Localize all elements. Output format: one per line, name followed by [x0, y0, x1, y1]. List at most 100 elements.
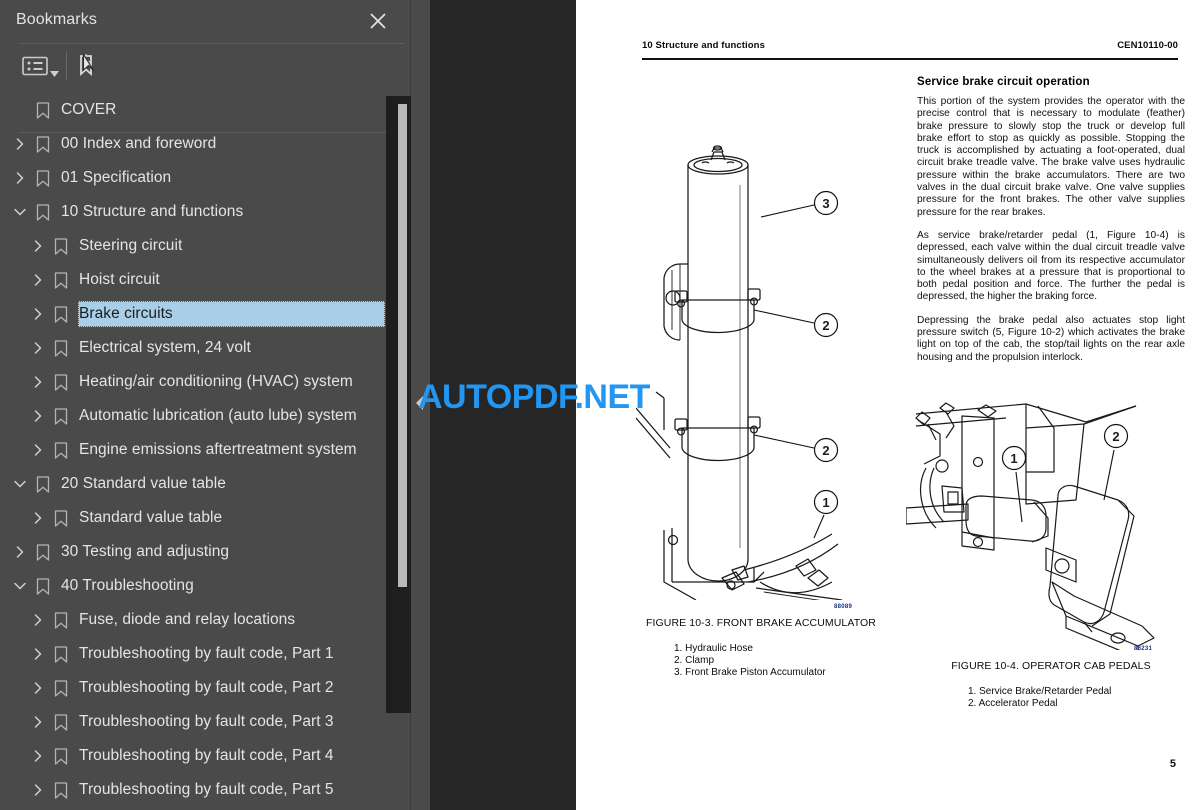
bookmark-item[interactable]: Troubleshooting by fault code, Part 2 [0, 671, 410, 705]
bookmark-icon [54, 305, 68, 323]
new-bookmark-icon[interactable] [74, 52, 104, 82]
bookmark-item[interactable]: COVER [0, 93, 410, 127]
bookmark-item[interactable]: Electrical system, 24 volt [0, 331, 410, 365]
chevron-right-icon[interactable] [30, 714, 46, 730]
page-head-rule [642, 58, 1178, 60]
figure-right-caption-block: FIGURE 10-4. OPERATOR CAB PEDALS 1. Serv… [906, 660, 1196, 710]
bookmark-icon [36, 543, 50, 561]
bookmark-item-label: Fuse, diode and relay locations [79, 611, 296, 628]
bookmark-item-label: Troubleshooting by fault code, Part 4 [79, 747, 334, 764]
body-paragraph: As service brake/retarder pedal (1, Figu… [917, 229, 1185, 303]
bookmark-icon [54, 407, 68, 425]
bookmarks-tree[interactable]: COVER 00 Index and foreword 01 Specificati… [0, 93, 410, 810]
bookmark-item-label: Steering circuit [79, 237, 183, 254]
bookmark-item[interactable]: Heating/air conditioning (HVAC) system [0, 365, 410, 399]
bookmark-icon [54, 747, 68, 765]
bookmark-item[interactable]: 20 Standard value table [0, 467, 410, 501]
close-icon[interactable] [366, 9, 390, 33]
list-options-icon[interactable] [22, 55, 48, 77]
svg-text:2: 2 [1112, 429, 1119, 444]
callout-3: 3 [760, 190, 839, 218]
figure-left-legend-item: 1. Hydraulic Hose [674, 643, 753, 654]
bookmark-item[interactable]: Hoist circuit [0, 263, 410, 297]
bookmark-icon [54, 441, 68, 459]
bookmark-item[interactable]: 10 Structure and functions [0, 195, 410, 229]
callout-1: 1 [1001, 445, 1027, 523]
bookmark-item[interactable]: 30 Testing and adjusting [0, 535, 410, 569]
bookmark-icon [54, 713, 68, 731]
bookmark-item-label: COVER [61, 101, 117, 118]
bookmark-item[interactable]: Automatic lubrication (auto lube) system [0, 399, 410, 433]
bookmark-item-label: 10 Structure and functions [61, 203, 244, 220]
callout-1: 1 [813, 489, 839, 539]
bookmark-icon [54, 781, 68, 799]
chevron-down-icon[interactable] [50, 64, 59, 77]
page-head-left: 10 Structure and functions [642, 40, 765, 51]
section-title: Service brake circuit operation [917, 76, 1090, 88]
bookmark-item[interactable]: Fuse, diode and relay locations [0, 603, 410, 637]
svg-text:2: 2 [822, 318, 829, 333]
chevron-right-icon[interactable] [30, 374, 46, 390]
figure-left-legend-item: 2. Clamp [674, 655, 715, 666]
bookmark-item-label: 30 Testing and adjusting [61, 543, 230, 560]
chevron-right-icon[interactable] [30, 612, 46, 628]
toolbar-separator [66, 52, 67, 80]
figure-left-caption: FIGURE 10-3. FRONT BRAKE ACCUMULATOR [646, 617, 876, 629]
chevron-right-icon[interactable] [30, 238, 46, 254]
chevron-down-icon[interactable] [12, 578, 28, 594]
chevron-right-icon[interactable] [30, 680, 46, 696]
chevron-right-icon[interactable] [30, 272, 46, 288]
bookmark-item[interactable]: Steering circuit [0, 229, 410, 263]
chevron-right-icon[interactable] [30, 646, 46, 662]
bookmark-item[interactable]: Troubleshooting by fault code, Part 3 [0, 705, 410, 739]
bookmark-item[interactable]: 01 Specification [0, 161, 410, 195]
bookmark-item[interactable]: Brake circuits [0, 297, 410, 331]
bookmarks-scrollbar-thumb[interactable] [398, 104, 407, 587]
bookmark-item[interactable]: Troubleshooting by fault code, Part 5 [0, 773, 410, 807]
chevron-right-icon[interactable] [30, 442, 46, 458]
callout-2-upper: 2 [753, 309, 839, 338]
chevron-right-icon[interactable] [30, 340, 46, 356]
bookmark-icon [36, 101, 50, 119]
bookmark-item[interactable]: Standard value table [0, 501, 410, 535]
bookmark-icon [54, 645, 68, 663]
bookmark-item[interactable]: Troubleshooting by fault code, Part 4 [0, 739, 410, 773]
figure-right-code: 86231 [1134, 646, 1153, 652]
page-head-right: CEN10110-00 [1117, 40, 1178, 51]
bookmark-item-label: Hoist circuit [79, 271, 160, 288]
bookmark-item-label: Automatic lubrication (auto lube) system [79, 407, 357, 424]
chevron-right-icon[interactable] [12, 170, 28, 186]
bookmark-item-label: Standard value table [79, 509, 223, 526]
bookmarks-panel-title: Bookmarks [16, 11, 97, 28]
chevron-down-icon[interactable] [12, 204, 28, 220]
svg-text:1: 1 [822, 495, 829, 510]
chevron-right-icon[interactable] [30, 306, 46, 322]
chevron-right-icon[interactable] [30, 748, 46, 764]
chevron-right-icon[interactable] [30, 782, 46, 798]
bookmark-item[interactable]: 40 Troubleshooting [0, 569, 410, 603]
bookmark-item-label: Troubleshooting by fault code, Part 5 [79, 781, 334, 798]
document-page: 10 Structure and functions CEN10110-00 3… [576, 0, 1200, 810]
figure-front-brake-accumulator: 3 2 2 1 88089 [636, 130, 886, 610]
callout-2-lower: 2 [753, 434, 839, 463]
bookmark-icon [36, 169, 50, 187]
bookmark-icon [54, 339, 68, 357]
bookmark-icon [54, 611, 68, 629]
svg-text:1: 1 [1010, 451, 1017, 466]
chevron-right-icon[interactable] [12, 136, 28, 152]
bookmarks-panel-header: Bookmarks [0, 0, 410, 44]
bookmark-item[interactable]: 00 Index and foreword [0, 127, 410, 161]
bookmark-item-label: Troubleshooting by fault code, Part 1 [79, 645, 334, 662]
chevron-down-icon[interactable] [12, 476, 28, 492]
chevron-right-icon[interactable] [30, 408, 46, 424]
bookmark-item[interactable]: Troubleshooting by fault code, Part 1 [0, 637, 410, 671]
bookmark-icon [36, 203, 50, 221]
panel-collapse-handle[interactable] [414, 394, 426, 412]
chevron-right-icon[interactable] [30, 510, 46, 526]
callout-2: 2 [1103, 423, 1129, 501]
bookmarks-panel: Bookmarks COVER 00 Index and foreword 01… [0, 0, 411, 810]
figure-left-caption-block: FIGURE 10-3. FRONT BRAKE ACCUMULATOR 1. … [616, 617, 906, 679]
bookmark-item[interactable]: Engine emissions aftertreatment system [0, 433, 410, 467]
chevron-right-icon[interactable] [12, 544, 28, 560]
figure-operator-cab-pedals: 1 2 86231 [906, 400, 1186, 652]
